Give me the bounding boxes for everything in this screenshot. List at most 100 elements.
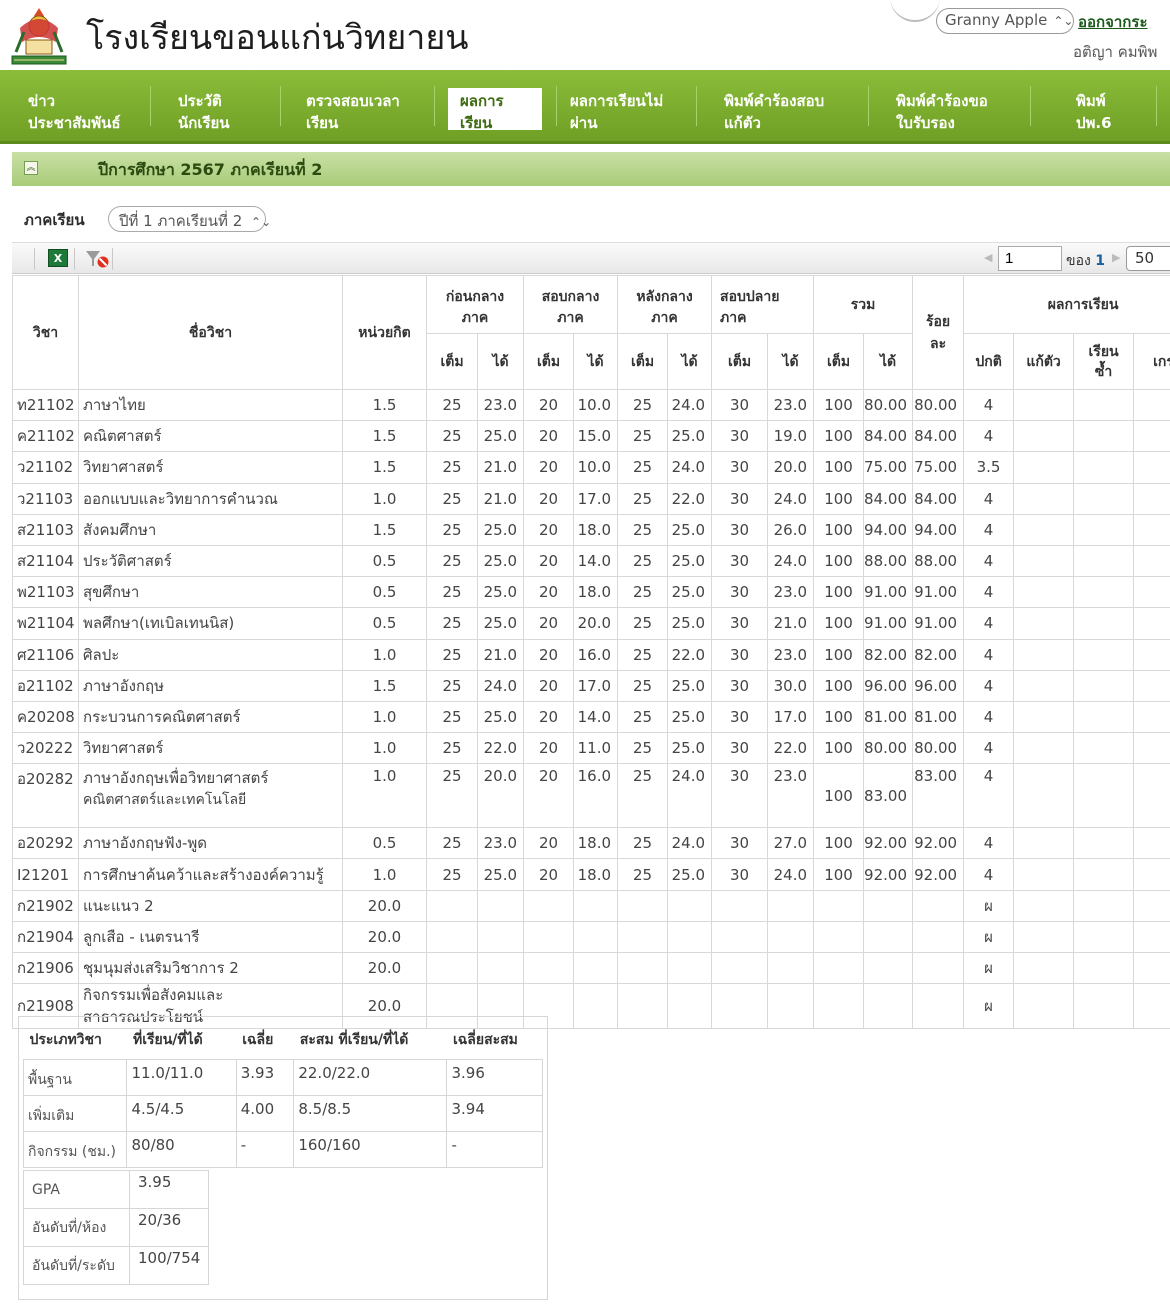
page-number-input[interactable] bbox=[998, 246, 1062, 271]
nav-item-grades[interactable]: ผลการ เรียน bbox=[448, 88, 542, 132]
user-select[interactable]: Granny Apple ⌃⌄ bbox=[936, 8, 1074, 34]
cell-retake bbox=[1013, 544, 1075, 578]
cell-percent: 92.00 bbox=[912, 827, 965, 860]
cell-pre-mid-got: 25.0 bbox=[476, 420, 525, 453]
cell-retake bbox=[1013, 607, 1075, 640]
cell-percent: 83.00 bbox=[912, 763, 965, 829]
summary-panel: ประเภทวิชา ที่เรียน/ที่ได้ เฉลี่ย สะสม ท… bbox=[18, 1016, 548, 1300]
grades-table-body: ท21102 ภาษาไทย 1.5 25 23.0 20 10.0 25 24.0 30 23.0… bbox=[12, 388, 1170, 1030]
cell-grade: 4 bbox=[1133, 638, 1170, 671]
cell-total-full: 100 bbox=[813, 763, 865, 829]
nav-item-print-retest-form[interactable]: พิมพ์คำร้องสอบ แก้ตัว bbox=[724, 90, 824, 134]
prev-page-icon[interactable]: ◀ bbox=[984, 251, 992, 264]
cell-mid-got: 20.0 bbox=[573, 607, 619, 640]
cell-credits: 1.5 bbox=[342, 451, 427, 484]
cell-post-mid-full: 25 bbox=[617, 763, 669, 829]
nav-item-attendance[interactable]: ตรวจสอบเวลา เรียน bbox=[306, 90, 400, 134]
toolbar-divider bbox=[74, 248, 75, 270]
cell-credits: 1.0 bbox=[342, 763, 427, 829]
nav-item-print-pp6[interactable]: พิมพ์ ปพ.6 bbox=[1076, 90, 1112, 134]
subject-name-line: วิทยาศาสตร์ bbox=[83, 458, 164, 477]
term-select[interactable]: ปีที่ 1 ภาคเรียนที่ 2 ⌃⌄ bbox=[108, 206, 271, 232]
cell-mid-full: 20 bbox=[523, 513, 575, 546]
table-row: ก21904ลูกเสือ - เนตรนารี 20.0 ผ ผ bbox=[12, 920, 1170, 954]
cell-credits: 20.0 bbox=[342, 889, 427, 922]
summary-cum-taken: 22.0/22.0 bbox=[293, 1059, 448, 1096]
cell-retake bbox=[1013, 920, 1075, 954]
cell-mid-full: 20 bbox=[523, 576, 575, 609]
cell-grade: 3.5 bbox=[1133, 451, 1170, 484]
header-percent[interactable]: ร้อยละ bbox=[912, 275, 965, 390]
cell-credits: 1.0 bbox=[342, 638, 427, 671]
cell-final-full: 30 bbox=[711, 388, 769, 422]
cell-final-got bbox=[767, 983, 815, 1030]
cell-final-full: 30 bbox=[711, 482, 769, 515]
cell-percent bbox=[912, 920, 965, 954]
cell-retake bbox=[1013, 576, 1075, 609]
cell-mid-full: 20 bbox=[523, 700, 575, 734]
cell-final-full bbox=[711, 920, 769, 954]
cell-mid-got: 10.0 bbox=[573, 388, 619, 422]
cell-normal: 4 bbox=[963, 638, 1015, 671]
cell-pre-mid-got: 25.0 bbox=[476, 607, 525, 640]
cell-post-mid-got: 25.0 bbox=[667, 420, 713, 453]
cell-repeat bbox=[1073, 638, 1135, 671]
cell-grade: 4 bbox=[1133, 513, 1170, 546]
cell-repeat bbox=[1073, 951, 1135, 985]
term-select-value: ปีที่ 1 ภาคเรียนที่ 2 bbox=[119, 212, 243, 230]
table-row: อ20282 ภาษาอังกฤษเพื่อวิทยาศาสตร์ คณิตศาสต… bbox=[12, 763, 1170, 829]
cell-repeat bbox=[1073, 388, 1135, 422]
cell-final-full: 30 bbox=[711, 576, 769, 609]
user-name: อติญา คมพิพ bbox=[1073, 43, 1158, 61]
cell-credits: 1.0 bbox=[342, 700, 427, 734]
cell-repeat bbox=[1073, 451, 1135, 484]
cell-credits: 0.5 bbox=[342, 544, 427, 578]
cell-pre-mid-got: 24.0 bbox=[476, 669, 525, 702]
cell-repeat bbox=[1073, 669, 1135, 702]
cell-final-full bbox=[711, 951, 769, 985]
cell-normal: 4 bbox=[963, 732, 1015, 765]
cell-post-mid-got: 24.0 bbox=[667, 388, 713, 422]
cell-mid-full: 20 bbox=[523, 827, 575, 860]
cell-post-mid-got: 25.0 bbox=[667, 576, 713, 609]
of-text: ของ bbox=[1066, 253, 1091, 269]
page-size-select[interactable]: 50 bbox=[1126, 246, 1170, 271]
cell-code: ส21103 bbox=[12, 513, 79, 546]
cell-mid-got: 16.0 bbox=[573, 638, 619, 671]
subject-name-line: คณิตศาสตร์และเทคโนโลยี bbox=[83, 792, 247, 809]
user-select-value: Granny Apple bbox=[945, 11, 1048, 29]
header-code[interactable]: วิชา bbox=[12, 275, 79, 390]
cell-total-got: 92.00 bbox=[863, 827, 914, 860]
clear-filter-icon[interactable] bbox=[84, 249, 110, 269]
nav-item-news[interactable]: ข่าว ประชาสัมพันธ์ bbox=[28, 90, 121, 134]
cell-mid-got: 18.0 bbox=[573, 858, 619, 891]
cell-credits: 20.0 bbox=[342, 920, 427, 954]
header-credits[interactable]: หน่วยกิต bbox=[342, 275, 427, 390]
collapse-icon[interactable]: ︽ bbox=[24, 161, 38, 175]
summary-taken: 4.5/4.5 bbox=[126, 1095, 237, 1132]
cell-mid-got: 15.0 bbox=[573, 420, 619, 453]
next-page-icon[interactable]: ▶ bbox=[1112, 251, 1120, 264]
cell-post-mid-full: 25 bbox=[617, 482, 669, 515]
cell-normal: 4 bbox=[963, 607, 1015, 640]
cell-final-got: 23.0 bbox=[767, 763, 815, 829]
summary-header-avg: เฉลี่ย bbox=[236, 1023, 294, 1060]
cell-final-got: 20.0 bbox=[767, 451, 815, 484]
table-row: ว20222 วิทยาศาสตร์ 1.0 25 22.0 20 11.0 25 25.0 30… bbox=[12, 732, 1170, 765]
nav-item-student-profile[interactable]: ประวัติ นักเรียน bbox=[178, 90, 230, 134]
subject-name-line: สุขศึกษา bbox=[83, 583, 140, 602]
cell-percent: 84.00 bbox=[912, 482, 965, 515]
cell-normal: 4 bbox=[963, 544, 1015, 578]
nav-item-failed-grades[interactable]: ผลการเรียนไม่ ผ่าน bbox=[570, 90, 663, 134]
header-name[interactable]: ชื่อวิชา bbox=[78, 275, 343, 390]
nav-item-print-certificate-form[interactable]: พิมพ์คำร้องขอ ใบรับรอง bbox=[896, 90, 988, 134]
cell-name: สุขศึกษา bbox=[78, 576, 343, 609]
excel-export-icon[interactable]: X bbox=[48, 249, 68, 267]
cell-total-got: 91.00 bbox=[863, 576, 914, 609]
table-row: ส21104 ประวัติศาสตร์ 0.5 25 25.0 20 14.0 25 25.0… bbox=[12, 544, 1170, 578]
logout-link[interactable]: ออกจากระ bbox=[1078, 10, 1148, 34]
cell-normal: 4 bbox=[963, 482, 1015, 515]
cell-grade: 4 bbox=[1133, 607, 1170, 640]
cell-normal: 4 bbox=[963, 858, 1015, 891]
nav-divider bbox=[150, 86, 151, 126]
